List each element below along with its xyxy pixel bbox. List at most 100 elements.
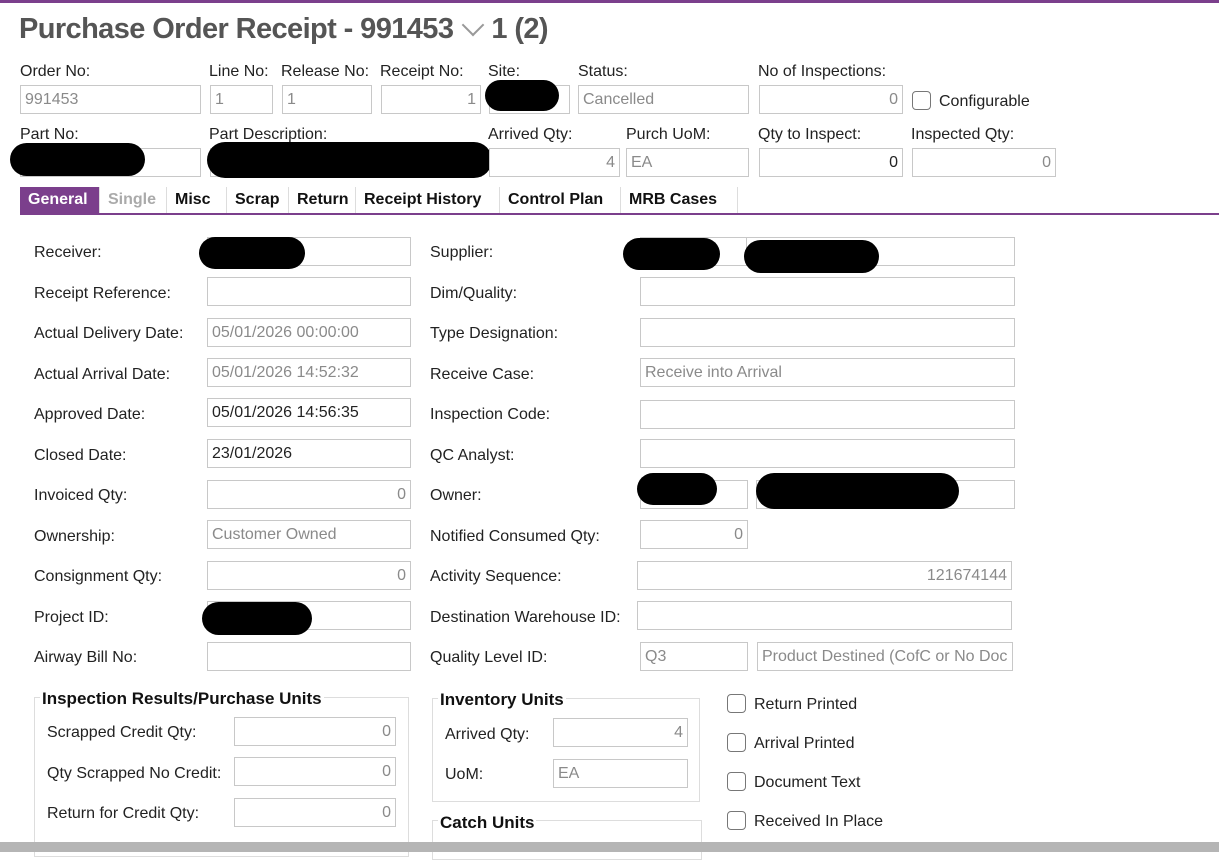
configurable-checkbox[interactable]	[912, 91, 931, 110]
part-no-label: Part No:	[20, 126, 79, 143]
activity-sequence-field[interactable]: 121674144	[637, 561, 1012, 590]
release-no-label: Release No:	[281, 63, 370, 80]
return-printed-checkbox[interactable]	[727, 694, 746, 713]
inventory-arrived-qty-field[interactable]: 4	[553, 718, 688, 747]
inventory-uom-field[interactable]: EA	[553, 759, 688, 788]
approved-date-label: Approved Date:	[34, 406, 146, 423]
invoiced-qty-label: Invoiced Qty:	[34, 487, 128, 504]
qty-scrapped-no-credit-label: Qty Scrapped No Credit:	[47, 765, 222, 782]
status-field[interactable]: Cancelled	[578, 85, 749, 114]
receipt-no-field[interactable]: 1	[381, 85, 481, 114]
no-inspections-field[interactable]: 0	[759, 85, 903, 114]
qc-analyst-field[interactable]	[640, 439, 1015, 468]
tab-return[interactable]: Return	[289, 187, 356, 213]
arrival-printed-label: Arrival Printed	[754, 735, 855, 752]
qty-scrapped-no-credit-field[interactable]: 0	[234, 757, 396, 786]
tab-misc[interactable]: Misc	[167, 187, 227, 213]
qc-analyst-label: QC Analyst:	[430, 447, 515, 464]
qty-to-inspect-field[interactable]: 0	[759, 148, 903, 177]
consignment-qty-field[interactable]: 0	[207, 561, 411, 590]
scrapped-credit-qty-label: Scrapped Credit Qty:	[47, 724, 197, 741]
notified-consumed-qty-label: Notified Consumed Qty:	[430, 528, 600, 545]
status-label: Status:	[578, 63, 628, 80]
top-accent-bar	[0, 0, 1219, 3]
receive-case-label: Receive Case:	[430, 366, 535, 383]
page-title-counter: 1 (2)	[491, 13, 548, 45]
consignment-qty-label: Consignment Qty:	[34, 568, 163, 585]
redaction-mark	[623, 238, 720, 270]
tab-single[interactable]: Single	[100, 187, 167, 213]
quality-level-id-field[interactable]: Q3	[640, 642, 748, 671]
closed-date-field[interactable]: 23/01/2026	[207, 439, 411, 468]
tab-control-plan[interactable]: Control Plan	[500, 187, 621, 213]
actual-delivery-date-field[interactable]: 05/01/2026 00:00:00	[207, 318, 411, 347]
destination-warehouse-id-label: Destination Warehouse ID:	[430, 609, 621, 626]
return-printed-label: Return Printed	[754, 696, 858, 713]
document-text-checkbox[interactable]	[727, 772, 746, 791]
inventory-units-title: Inventory Units	[438, 690, 566, 710]
approved-date-field[interactable]: 05/01/2026 14:56:35	[207, 398, 411, 427]
activity-sequence-label: Activity Sequence:	[430, 568, 562, 585]
inventory-uom-label: UoM:	[445, 766, 484, 783]
scrapped-credit-qty-field[interactable]: 0	[234, 717, 396, 746]
tab-bar: General Single Misc Scrap Return Receipt…	[20, 187, 738, 213]
redaction-mark	[756, 473, 959, 509]
destination-warehouse-id-field[interactable]	[637, 601, 1012, 630]
quality-level-id-label: Quality Level ID:	[430, 649, 548, 666]
qty-to-inspect-label: Qty to Inspect:	[758, 126, 862, 143]
received-in-place-checkbox[interactable]	[727, 811, 746, 830]
inspection-results-title: Inspection Results/Purchase Units	[40, 689, 324, 709]
purch-uom-field[interactable]: EA	[626, 148, 749, 177]
receipt-reference-label: Receipt Reference:	[34, 285, 171, 302]
redaction-mark	[485, 80, 559, 111]
configurable-label: Configurable	[939, 93, 1030, 110]
release-no-field[interactable]: 1	[282, 85, 372, 114]
redaction-mark	[199, 237, 305, 269]
inspection-code-field[interactable]	[640, 400, 1015, 429]
arrival-printed-checkbox[interactable]	[727, 733, 746, 752]
actual-arrival-date-field[interactable]: 05/01/2026 14:52:32	[207, 358, 411, 387]
tab-underline	[20, 213, 1219, 215]
redaction-mark	[10, 143, 145, 176]
supplier-label: Supplier:	[430, 244, 494, 261]
notified-consumed-qty-field[interactable]: 0	[640, 520, 748, 549]
quality-level-description-field[interactable]: Product Destined (CofC or No Doc	[757, 642, 1013, 671]
return-for-credit-qty-label: Return for Credit Qty:	[47, 805, 200, 822]
arrived-qty-label: Arrived Qty:	[488, 126, 573, 143]
type-designation-field[interactable]	[640, 318, 1015, 347]
no-inspections-label: No of Inspections:	[758, 63, 887, 80]
closed-date-label: Closed Date:	[34, 447, 127, 464]
page-title: Purchase Order Receipt - 991453 1 (2)	[19, 13, 549, 46]
received-in-place-label: Received In Place	[754, 813, 883, 830]
order-no-field[interactable]: 991453	[20, 85, 201, 114]
page-title-text: Purchase Order Receipt - 991453	[19, 13, 454, 45]
receipt-no-label: Receipt No:	[380, 63, 464, 80]
dim-quality-field[interactable]	[640, 277, 1015, 306]
catch-units-title: Catch Units	[438, 813, 537, 833]
chevron-down-icon[interactable]	[462, 13, 485, 36]
horizontal-scrollbar[interactable]	[0, 842, 1219, 852]
redaction-mark	[744, 240, 879, 273]
receiver-label: Receiver:	[34, 244, 102, 261]
tab-general[interactable]: General	[20, 187, 100, 213]
dim-quality-label: Dim/Quality:	[430, 285, 518, 302]
inspected-qty-field[interactable]: 0	[912, 148, 1056, 177]
ownership-field[interactable]: Customer Owned	[207, 520, 411, 549]
actual-arrival-date-label: Actual Arrival Date:	[34, 366, 171, 383]
type-designation-label: Type Designation:	[430, 325, 559, 342]
order-no-label: Order No:	[20, 63, 91, 80]
line-no-label: Line No:	[209, 63, 269, 80]
receive-case-field[interactable]: Receive into Arrival	[640, 358, 1015, 387]
line-no-field[interactable]: 1	[210, 85, 273, 114]
receipt-reference-field[interactable]	[207, 277, 411, 306]
redaction-mark	[207, 142, 492, 178]
invoiced-qty-field[interactable]: 0	[207, 480, 411, 509]
tab-scrap[interactable]: Scrap	[227, 187, 289, 213]
actual-delivery-date-label: Actual Delivery Date:	[34, 325, 184, 342]
inspected-qty-label: Inspected Qty:	[911, 126, 1015, 143]
arrived-qty-field[interactable]: 4	[489, 148, 620, 177]
airway-bill-no-field[interactable]	[207, 642, 411, 671]
return-for-credit-qty-field[interactable]: 0	[234, 798, 396, 827]
tab-receipt-history[interactable]: Receipt History	[356, 187, 500, 213]
tab-mrb-cases[interactable]: MRB Cases	[621, 187, 738, 213]
